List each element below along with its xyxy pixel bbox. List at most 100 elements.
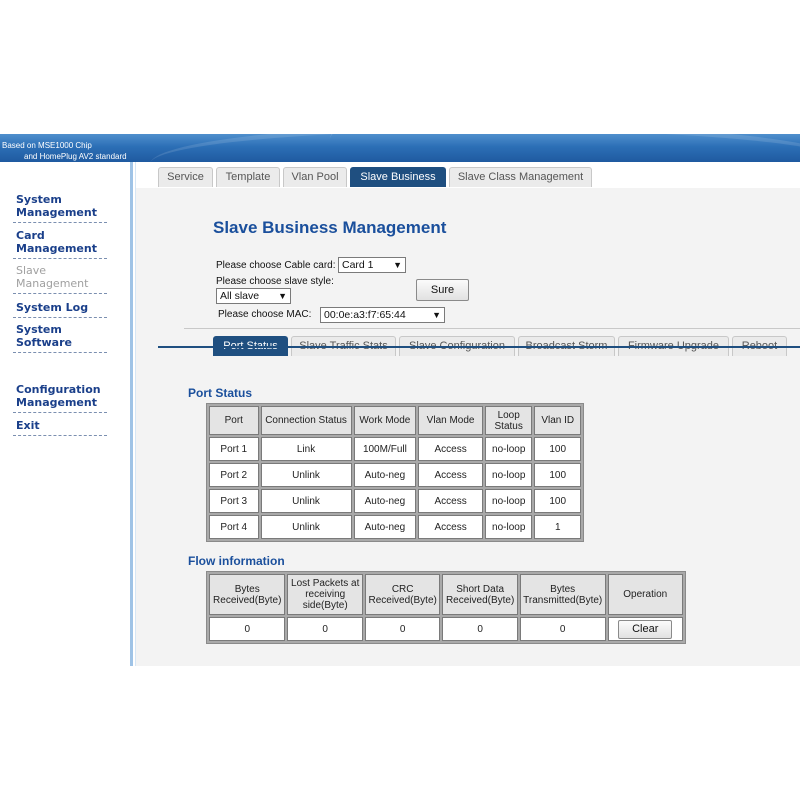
cable-card-label: Please choose Cable card:: [216, 260, 336, 271]
table-cell: Unlink: [260, 515, 352, 539]
table-cell: Access: [418, 437, 483, 461]
table-row: Port 1 Link 100M/Full Access no-loop 100: [209, 437, 581, 461]
table-cell: Unlink: [260, 489, 352, 513]
table-cell: no-loop: [484, 463, 533, 487]
sidebar-item-label: Management: [16, 277, 89, 290]
table-cell: Access: [418, 489, 483, 513]
chevron-down-icon: ▼: [278, 291, 287, 301]
sidebar-item-label: Slave: [16, 264, 47, 277]
sidebar-item-label: Management: [16, 242, 97, 255]
sidebar-item-exit[interactable]: Exit: [13, 419, 107, 436]
table-row: Port 2 Unlink Auto-neg Access no-loop 10…: [209, 463, 581, 487]
port-status-title: Port Status: [188, 386, 253, 400]
table-cell: 100: [534, 437, 581, 461]
table-cell: 0: [364, 617, 441, 641]
table-cell: 0: [442, 617, 518, 641]
table-cell: 1: [534, 515, 581, 539]
chevron-down-icon: ▼: [393, 260, 402, 270]
cable-card-value: Card 1: [342, 259, 374, 271]
tab-service[interactable]: Service: [158, 167, 213, 187]
flow-information-title: Flow information: [188, 554, 285, 568]
table-cell: Port 2: [209, 463, 259, 487]
flow-information-table: Bytes Received(Byte) Lost Packets at rec…: [206, 571, 686, 644]
table-row: 0 0 0 0 0 Clear: [209, 617, 683, 641]
column-header: Vlan ID: [534, 406, 581, 435]
slave-style-select[interactable]: All slave ▼: [216, 288, 291, 304]
column-header: Work Mode: [353, 406, 417, 435]
sidebar-item-label: System: [16, 323, 62, 336]
sidebar-item-label: Exit: [16, 419, 40, 432]
table-row: Port 3 Unlink Auto-neg Access no-loop 10…: [209, 489, 581, 513]
table-cell: Link: [260, 437, 352, 461]
sidebar-item-label: System Log: [16, 301, 89, 314]
port-status-table: Port Connection Status Work Mode Vlan Mo…: [206, 403, 584, 542]
sidebar-item-system-log[interactable]: System Log: [13, 301, 107, 318]
main-content: Service Template Vlan Pool Slave Busines…: [136, 162, 800, 666]
column-header: Short Data Received(Byte): [442, 574, 518, 615]
table-cell: 100: [534, 463, 581, 487]
column-header: Loop Status: [484, 406, 533, 435]
table-cell: Access: [418, 515, 483, 539]
column-header: Bytes Transmitted(Byte): [519, 574, 606, 615]
column-header: Operation: [607, 574, 683, 615]
banner-decoration: [330, 134, 800, 162]
sidebar-item-label: Configuration: [16, 383, 101, 396]
column-header: Vlan Mode: [418, 406, 483, 435]
column-header: Lost Packets at receiving side(Byte): [287, 574, 363, 615]
table-row: Port 4 Unlink Auto-neg Access no-loop 1: [209, 515, 581, 539]
sidebar-item-system-management[interactable]: System Management: [13, 193, 107, 223]
column-header: Port: [209, 406, 259, 435]
table-cell: Port 1: [209, 437, 259, 461]
mac-select[interactable]: 00:0e:a3:f7:65:44 ▼: [320, 307, 445, 323]
table-cell: 0: [519, 617, 606, 641]
table-cell: Auto-neg: [353, 489, 417, 513]
table-cell: no-loop: [484, 489, 533, 513]
sidebar-item-label: Card: [16, 229, 45, 242]
tabs-underline: [158, 346, 800, 348]
sidebar-item-label: Software: [16, 336, 72, 349]
cable-card-select[interactable]: Card 1 ▼: [338, 257, 406, 273]
sure-button[interactable]: Sure: [416, 279, 469, 301]
clear-button[interactable]: Clear: [618, 619, 673, 639]
mac-label: Please choose MAC:: [218, 309, 312, 320]
tab-slave-class-management[interactable]: Slave Class Management: [449, 167, 592, 187]
table-header-row: Port Connection Status Work Mode Vlan Mo…: [209, 406, 581, 435]
table-header-row: Bytes Received(Byte) Lost Packets at rec…: [209, 574, 683, 615]
column-header: Bytes Received(Byte): [209, 574, 286, 615]
sidebar-item-system-software[interactable]: System Software: [13, 323, 107, 353]
banner-standard-text: and HomePlug AV2 standard: [24, 152, 127, 161]
table-cell: no-loop: [484, 515, 533, 539]
table-cell: Auto-neg: [353, 515, 417, 539]
divider: [184, 328, 800, 329]
sidebar: System Management Card Management Slave …: [0, 162, 137, 666]
column-header: CRC Received(Byte): [364, 574, 441, 615]
table-cell: 0: [287, 617, 363, 641]
tab-slave-business[interactable]: Slave Business: [350, 167, 446, 187]
mac-value: 00:0e:a3:f7:65:44: [324, 309, 406, 321]
header-banner: Based on MSE1000 Chip and HomePlug AV2 s…: [0, 134, 800, 162]
operation-cell: Clear: [607, 617, 683, 641]
sidebar-item-label: System: [16, 193, 62, 206]
tab-template[interactable]: Template: [216, 167, 280, 187]
table-cell: Unlink: [260, 463, 352, 487]
slave-style-label: Please choose slave style:: [216, 276, 334, 287]
sidebar-item-card-management[interactable]: Card Management: [13, 229, 107, 259]
page-title: Slave Business Management: [213, 218, 447, 237]
sidebar-item-configuration-management[interactable]: Configuration Management: [13, 383, 107, 413]
chevron-down-icon: ▼: [432, 310, 441, 320]
sidebar-item-slave-management[interactable]: Slave Management: [13, 264, 107, 294]
sidebar-item-label: Management: [16, 206, 97, 219]
table-cell: 100: [534, 489, 581, 513]
table-cell: Port 3: [209, 489, 259, 513]
slave-style-value: All slave: [220, 290, 260, 302]
table-cell: 0: [209, 617, 286, 641]
table-cell: Access: [418, 463, 483, 487]
table-cell: 100M/Full: [353, 437, 417, 461]
tab-vlan-pool[interactable]: Vlan Pool: [283, 167, 347, 187]
column-header: Connection Status: [260, 406, 352, 435]
table-cell: no-loop: [484, 437, 533, 461]
table-cell: Auto-neg: [353, 463, 417, 487]
banner-chip-text: Based on MSE1000 Chip: [2, 141, 92, 150]
sidebar-item-label: Management: [16, 396, 97, 409]
table-cell: Port 4: [209, 515, 259, 539]
